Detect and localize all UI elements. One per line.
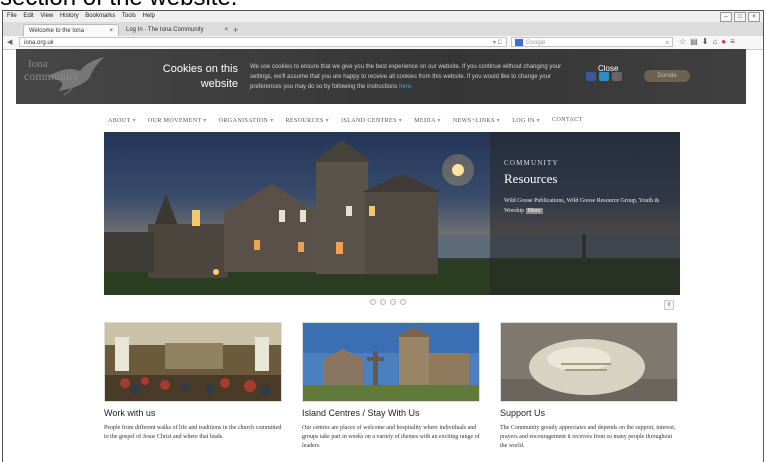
page-caption: section of the website. [0,0,766,10]
menu-edit[interactable]: Edit [23,13,33,19]
tab-login[interactable]: Log In · The Iona Community × [121,24,233,36]
nav-item-label: ISLAND CENTRES [341,118,397,124]
hero-text: Wild Goose Publications, Wild Goose Reso… [504,196,670,216]
menu-history[interactable]: History [60,13,79,19]
close-icon[interactable]: × [224,24,228,36]
nav-item-about[interactable]: ABOUT ▾ [108,117,136,124]
tab-bar: Welcome to the Iona Commun... × Log In ·… [3,22,763,46]
home-icon[interactable]: ⌂ [712,37,717,47]
url-bar[interactable]: iona.org.uk ▾ C [19,37,507,47]
menu-help[interactable]: Help [143,13,155,19]
card-text: People from different walks of life and … [104,425,282,440]
social-icons [586,72,622,81]
slider-dot[interactable] [390,299,396,305]
chevron-down-icon: ▾ [323,118,330,124]
nav-item-label: NEWS+LINKS [452,118,495,124]
logo-text: community [24,69,79,83]
hero-title[interactable]: Resources [504,171,557,187]
card-text: The Community greatly appreciates and de… [500,425,676,449]
addon-icon[interactable]: ● [721,37,726,47]
search-icon[interactable]: ⌕ [666,38,669,48]
menu-icon[interactable]: ≡ [730,37,735,47]
close-window-icon[interactable]: × [748,12,760,22]
chevron-down-icon: ▾ [268,118,274,124]
new-tab-button[interactable]: + [233,24,238,36]
menu-bar: File Edit View History Bookmarks Tools H… [3,11,763,22]
facebook-icon[interactable] [586,72,596,81]
download-icon[interactable]: ⬇ [702,37,709,47]
menu-tools[interactable]: Tools [122,13,136,19]
slider-dot[interactable] [380,299,386,305]
search-placeholder: Google [526,40,546,46]
chevron-down-icon: ▾ [201,118,207,124]
cookie-message: We use cookies to ensure that we give yo… [250,62,580,92]
menu-file[interactable]: File [7,13,17,19]
iona-community-logo[interactable]: Iona community [24,59,86,97]
cookie-close-button[interactable]: Close [598,64,618,73]
menu-bookmarks[interactable]: Bookmarks [85,13,115,19]
minimize-icon[interactable]: – [720,12,732,22]
chevron-down-icon: ▾ [130,118,136,124]
social-icon[interactable] [612,72,622,81]
card-title[interactable]: Work with us [104,408,282,418]
chevron-down-icon: ▾ [396,118,403,124]
tab-label: Log In · The Iona Community [126,27,204,33]
url-text: iona.org.uk [24,40,54,46]
card-image[interactable] [302,322,480,402]
nav-item-label: OUR MOVEMENT [147,118,202,124]
reload-icon[interactable]: ▾ C [493,38,502,48]
toolbar-icons: ☆ ▤ ⬇ ⌂ ● ≡ [679,37,735,47]
nav-item-label: ABOUT [108,118,131,124]
hero-more-link[interactable]: More [525,208,543,214]
nav-item-log-in[interactable]: LOG IN ▾ [512,117,540,124]
nav-item-news-links[interactable]: NEWS+LINKS ▾ [453,117,500,124]
main-nav: ABOUT ▾ OUR MOVEMENT ▾ ORGANISATION ▾ RESOU… [108,117,595,124]
nav-item-label: MEDIA [414,118,436,124]
card-island-centres[interactable]: Island Centres / Stay With Us Our centre… [302,322,480,451]
cookie-banner: Iona community Cookies on this website W… [16,49,746,104]
donate-button[interactable]: Donate [644,70,690,82]
bookmarks-icon[interactable]: ▤ [690,37,698,47]
nav-item-label: ORGANISATION [218,118,269,124]
nav-item-our-movement[interactable]: OUR MOVEMENT ▾ [148,117,207,124]
nav-item-contact[interactable]: CONTACT [552,117,583,124]
nav-item-resources[interactable]: RESOURCES ▾ [286,117,330,124]
slider-dot[interactable] [370,299,376,305]
card-title[interactable]: Support Us [500,408,678,418]
pause-icon[interactable]: II [664,300,674,310]
card-text: Our centres are places of welcome and ho… [302,425,480,449]
cookie-link[interactable]: here. [399,84,413,90]
nav-item-organisation[interactable]: ORGANISATION ▾ [219,117,274,124]
nav-item-label: LOG IN [512,118,535,124]
cookie-title: Cookies on this website [162,63,238,90]
card-support-us[interactable]: Support Us The Community greatly appreci… [500,322,678,451]
nav-item-label: CONTACT [552,117,583,123]
nav-item-label: RESOURCES [285,118,324,124]
chevron-down-icon: ▾ [494,118,501,124]
window-controls: – □ × [720,12,760,22]
nav-item-media[interactable]: MEDIA ▾ [414,117,441,124]
tab-welcome[interactable]: Welcome to the Iona Commun... × [23,24,119,46]
star-icon[interactable]: ☆ [679,37,686,47]
card-work-with-us[interactable]: Work with us People from different walks… [104,322,282,442]
menu-view[interactable]: View [40,13,53,19]
hero-slider[interactable]: COMMUNITY Resources Wild Goose Publicati… [104,132,680,295]
hero-caption-panel: COMMUNITY Resources Wild Goose Publicati… [490,132,680,295]
chevron-down-icon: ▾ [534,118,541,124]
slider-dots [370,299,406,305]
search-bar[interactable]: Google ⌕ [511,37,673,47]
slider-dot[interactable] [400,299,406,305]
twitter-icon[interactable] [599,72,609,81]
hero-kicker: COMMUNITY [504,159,559,167]
search-engine-icon[interactable] [515,39,523,46]
nav-item-island-centres[interactable]: ISLAND CENTRES ▾ [341,117,402,124]
card-image[interactable] [104,322,282,402]
back-icon[interactable]: ◀ [7,38,12,46]
card-title[interactable]: Island Centres / Stay With Us [302,408,480,418]
chevron-down-icon: ▾ [435,118,441,124]
navigation-toolbar: ◀ iona.org.uk ▾ C Google ⌕ ☆ ▤ ⬇ ⌂ ● ≡ [3,36,763,50]
card-image[interactable] [500,322,678,402]
maximize-icon[interactable]: □ [734,12,746,22]
